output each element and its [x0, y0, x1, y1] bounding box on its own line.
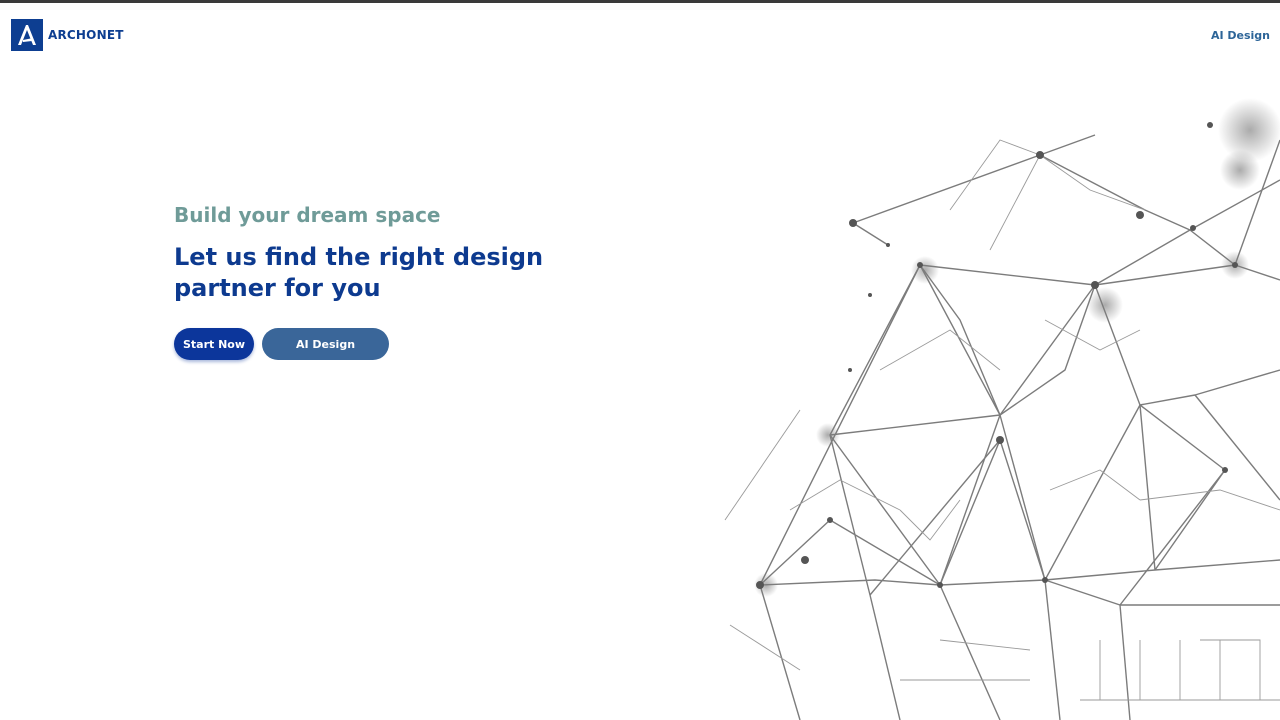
- start-now-button[interactable]: Start Now: [174, 328, 254, 360]
- hero-headline-line-2: partner for you: [174, 274, 381, 302]
- hero-actions: Start Now AI Design: [174, 328, 594, 360]
- site-header: ARCHONET AI Design: [0, 3, 1280, 67]
- wireframe-house-illustration: [724, 98, 1280, 720]
- nav-ai-design-link[interactable]: AI Design: [1211, 29, 1270, 42]
- hero-headline: Let us find the right design partner for…: [174, 242, 594, 304]
- hero-section: Build your dream space Let us find the r…: [174, 200, 594, 360]
- brand-name: ARCHONET: [48, 28, 124, 42]
- logo-icon: [11, 19, 43, 51]
- ai-design-button[interactable]: AI Design: [262, 328, 389, 360]
- brand-logo[interactable]: ARCHONET: [11, 19, 124, 51]
- hero-headline-line-1: Let us find the right design: [174, 243, 544, 271]
- hero-eyebrow: Build your dream space: [174, 203, 441, 227]
